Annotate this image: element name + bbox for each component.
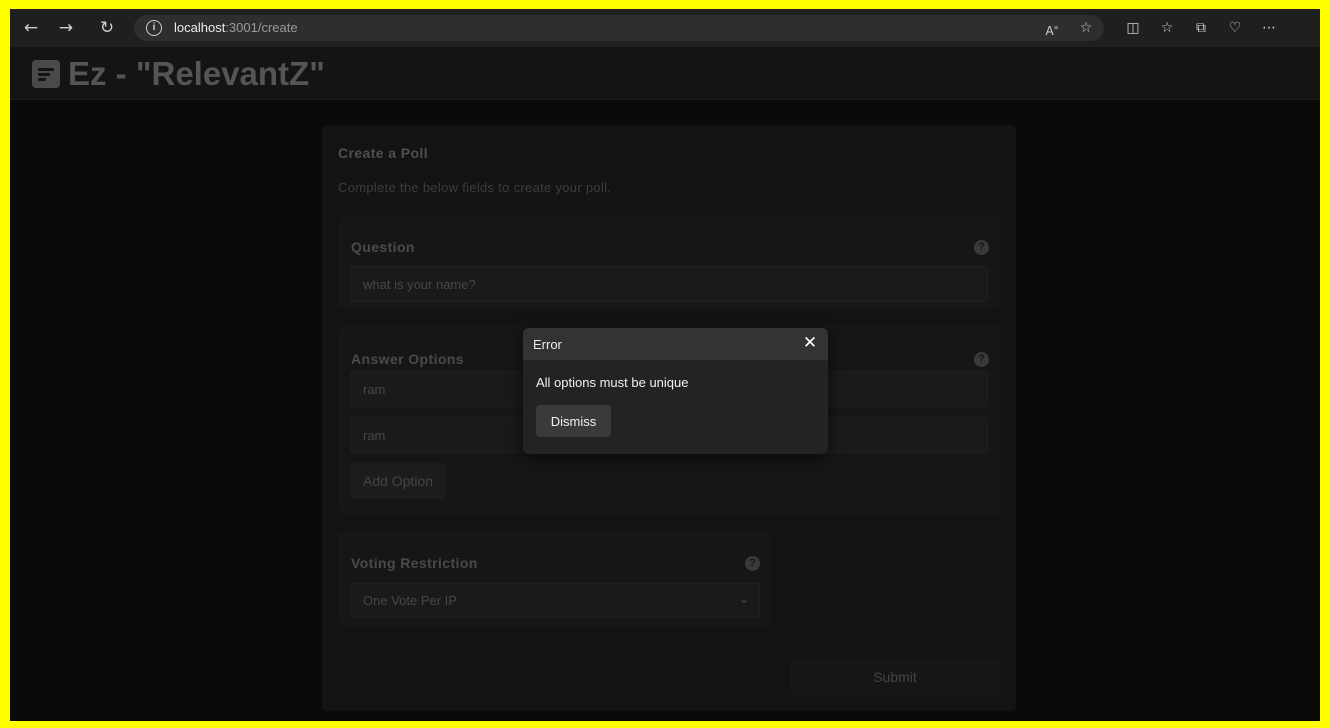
forward-arrow-icon[interactable]: →: [55, 17, 77, 39]
submit-button[interactable]: Submit: [790, 659, 1000, 695]
more-menu-icon[interactable]: ⋯: [1259, 19, 1279, 37]
answer-option-value: ram: [363, 428, 386, 443]
dismiss-button[interactable]: Dismiss: [536, 405, 611, 437]
card-title: Create a Poll: [338, 145, 429, 161]
chevron-down-icon: ⌄: [738, 592, 749, 606]
question-section: Question ? what is your name?: [338, 217, 1000, 309]
question-value: what is your name?: [363, 277, 476, 292]
voting-restriction-label: Voting Restriction: [351, 555, 478, 571]
app-title: Ez - "RelevantZ": [68, 55, 325, 92]
read-aloud-icon[interactable]: A»: [1042, 19, 1062, 38]
voting-restriction-help-icon[interactable]: ?: [745, 556, 760, 571]
collections-icon[interactable]: ⧉: [1191, 19, 1211, 37]
modal-title: Error: [533, 337, 562, 352]
app-header: Ez - "RelevantZ": [10, 47, 1320, 100]
question-help-icon[interactable]: ?: [974, 240, 989, 255]
browser-essentials-icon[interactable]: ♡: [1225, 19, 1245, 37]
url-host: localhost: [174, 20, 226, 35]
error-modal: Error ✕ All options must be unique Dismi…: [523, 328, 828, 454]
modal-header: Error ✕: [523, 328, 828, 360]
poll-logo-icon: [32, 60, 60, 88]
close-icon[interactable]: ✕: [800, 333, 820, 353]
split-screen-icon[interactable]: ◫: [1123, 19, 1143, 37]
url-text[interactable]: localhost:3001/create: [174, 20, 298, 35]
modal-message: All options must be unique: [536, 375, 689, 390]
favorites-list-icon[interactable]: ☆: [1157, 19, 1177, 37]
voting-restriction-value: One Vote Per IP: [363, 593, 457, 608]
back-arrow-icon[interactable]: ←: [20, 17, 42, 39]
answer-options-label: Answer Options: [351, 351, 464, 367]
address-bar[interactable]: i localhost:3001/create: [134, 15, 1104, 41]
answer-options-help-icon[interactable]: ?: [974, 352, 989, 367]
refresh-icon[interactable]: ↻: [96, 17, 118, 39]
site-info-icon[interactable]: i: [146, 20, 162, 36]
voting-restriction-select[interactable]: One Vote Per IP ⌄: [350, 583, 760, 618]
voting-restriction-section: Voting Restriction ? One Vote Per IP ⌄: [338, 531, 772, 627]
question-label: Question: [351, 239, 415, 255]
dismiss-label: Dismiss: [550, 414, 597, 429]
screen: ← → ↻ i localhost:3001/create A» ☆ ◫ ☆ ⧉…: [10, 9, 1320, 721]
add-option-button[interactable]: Add Option: [350, 463, 446, 499]
answer-option-value: ram: [363, 382, 386, 397]
submit-label: Submit: [873, 669, 917, 685]
card-subtitle: Complete the below fields to create your…: [338, 180, 612, 195]
question-input[interactable]: what is your name?: [350, 266, 988, 302]
url-path: :3001/create: [225, 20, 298, 35]
add-option-label: Add Option: [363, 473, 434, 489]
favorite-star-icon[interactable]: ☆: [1076, 19, 1096, 37]
browser-toolbar: ← → ↻ i localhost:3001/create A» ☆ ◫ ☆ ⧉…: [10, 9, 1320, 47]
